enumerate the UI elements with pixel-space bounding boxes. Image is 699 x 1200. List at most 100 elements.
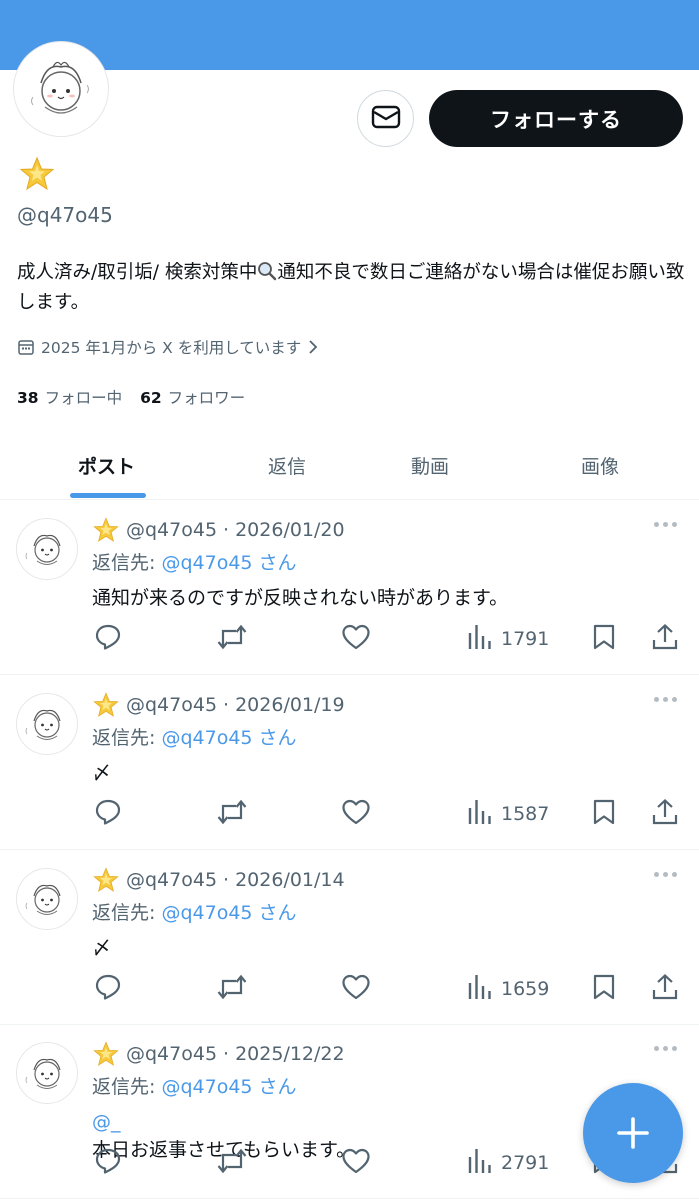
views-button[interactable]: 1587	[467, 799, 549, 829]
repost-button[interactable]	[216, 1148, 248, 1178]
post-date[interactable]: 2026/01/19	[235, 694, 345, 716]
reply-button[interactable]	[94, 1148, 122, 1178]
followers-link[interactable]: 62 フォロワー	[140, 386, 245, 408]
post-item[interactable]: @q47o45 · 2026/01/14 返信先: @q47o45 さん 〆 1…	[0, 850, 699, 1025]
reply-icon	[94, 973, 122, 1006]
repost-icon	[216, 1147, 248, 1180]
reply-icon	[94, 623, 122, 656]
like-button[interactable]	[341, 1148, 371, 1178]
repost-button[interactable]	[216, 974, 248, 1004]
joined-date[interactable]: 2025 年1月から X を利用しています	[17, 336, 319, 358]
compose-button[interactable]	[583, 1083, 683, 1183]
post-handle[interactable]: @q47o45	[126, 1043, 217, 1065]
reply-prefix: 返信先:	[92, 552, 156, 574]
glowing-star-icon	[93, 867, 119, 892]
reply-context: 返信先: @q47o45 さん	[92, 548, 297, 575]
magnifier-icon	[258, 262, 277, 281]
tab-videos[interactable]: 動画	[411, 430, 449, 500]
plus-icon	[617, 1117, 649, 1149]
reply-icon	[94, 1147, 122, 1180]
post-header: @q47o45 · 2026/01/19	[92, 691, 345, 719]
heart-icon	[341, 973, 371, 1006]
share-icon	[651, 798, 679, 831]
profile-avatar[interactable]	[14, 42, 108, 136]
profile-banner	[0, 0, 699, 70]
share-button[interactable]	[651, 973, 679, 1006]
views-button[interactable]: 2791	[467, 1148, 549, 1178]
message-button[interactable]	[357, 90, 414, 147]
post-item[interactable]: @q47o45 · 2026/01/19 返信先: @q47o45 さん 〆 1…	[0, 675, 699, 850]
calendar-icon	[18, 340, 34, 355]
bookmark-button[interactable]	[592, 799, 616, 829]
post-avatar[interactable]	[16, 518, 78, 580]
reply-to-link[interactable]: @q47o45 さん	[161, 902, 296, 924]
post-separator: ·	[223, 519, 230, 541]
tab-posts[interactable]: ポスト	[78, 430, 135, 500]
like-button[interactable]	[341, 799, 371, 829]
chevron-right-icon	[309, 340, 318, 354]
more-options-icon[interactable]	[654, 697, 677, 702]
post-avatar[interactable]	[16, 693, 78, 755]
post-text: 〆	[92, 934, 111, 962]
post-separator: ·	[223, 1043, 230, 1065]
reply-button[interactable]	[94, 799, 122, 829]
more-options-icon[interactable]	[654, 872, 677, 877]
reply-button[interactable]	[94, 974, 122, 1004]
follow-button[interactable]: フォローする	[429, 90, 683, 147]
reply-prefix: 返信先:	[92, 902, 156, 924]
post-text: 〆	[92, 759, 111, 787]
more-options-icon[interactable]	[654, 1046, 677, 1051]
post-avatar[interactable]	[16, 868, 78, 930]
share-button[interactable]	[651, 798, 679, 831]
post-actions: 1659	[0, 973, 699, 1006]
post-handle[interactable]: @q47o45	[126, 519, 217, 541]
views-button[interactable]: 1659	[467, 974, 549, 1004]
followers-label: フォロワー	[167, 389, 246, 407]
share-icon	[651, 623, 679, 656]
reply-to-link[interactable]: @q47o45 さん	[161, 552, 296, 574]
post-handle[interactable]: @q47o45	[126, 694, 217, 716]
post-mention[interactable]: @_	[92, 1108, 355, 1136]
glowing-star-icon	[93, 1041, 119, 1066]
post-avatar[interactable]	[16, 1042, 78, 1104]
joined-text: 2025 年1月から X を利用しています	[41, 339, 302, 357]
bookmark-button[interactable]	[592, 624, 616, 654]
like-button[interactable]	[341, 974, 371, 1004]
share-icon	[651, 973, 679, 1006]
profile-tabs: ポスト 返信 動画 画像	[0, 430, 699, 500]
active-tab-indicator	[70, 493, 146, 498]
repost-button[interactable]	[216, 624, 248, 654]
share-button[interactable]	[651, 623, 679, 656]
following-label: フォロー中	[44, 389, 123, 407]
more-options-icon[interactable]	[654, 522, 677, 527]
post-handle[interactable]: @q47o45	[126, 869, 217, 891]
bookmark-icon	[592, 798, 616, 831]
tab-images[interactable]: 画像	[581, 430, 619, 500]
post-date[interactable]: 2025/12/22	[235, 1043, 345, 1065]
like-button[interactable]	[341, 624, 371, 654]
reply-button[interactable]	[94, 624, 122, 654]
reply-context: 返信先: @q47o45 さん	[92, 723, 297, 750]
views-count: 1587	[501, 803, 550, 825]
views-button[interactable]: 1791	[467, 624, 549, 654]
post-text: 通知が来るのですが反映されない時があります。	[92, 584, 508, 612]
post-actions: 1587	[0, 798, 699, 831]
bookmark-icon	[592, 973, 616, 1006]
post-header: @q47o45 · 2026/01/20	[92, 516, 345, 544]
following-link[interactable]: 38 フォロー中	[17, 386, 122, 408]
views-count: 1791	[501, 628, 550, 650]
tab-replies[interactable]: 返信	[268, 430, 306, 500]
repost-icon	[216, 973, 248, 1006]
reply-context: 返信先: @q47o45 さん	[92, 898, 297, 925]
heart-icon	[341, 798, 371, 831]
repost-icon	[216, 798, 248, 831]
post-date[interactable]: 2026/01/20	[235, 519, 345, 541]
profile-handle: @q47o45	[17, 203, 113, 227]
post-date[interactable]: 2026/01/14	[235, 869, 345, 891]
reply-to-link[interactable]: @q47o45 さん	[161, 1076, 296, 1098]
post-content: 〆	[92, 937, 112, 959]
post-item[interactable]: @q47o45 · 2026/01/20 返信先: @q47o45 さん 通知が…	[0, 500, 699, 675]
bookmark-button[interactable]	[592, 974, 616, 1004]
reply-to-link[interactable]: @q47o45 さん	[161, 727, 296, 749]
repost-button[interactable]	[216, 799, 248, 829]
